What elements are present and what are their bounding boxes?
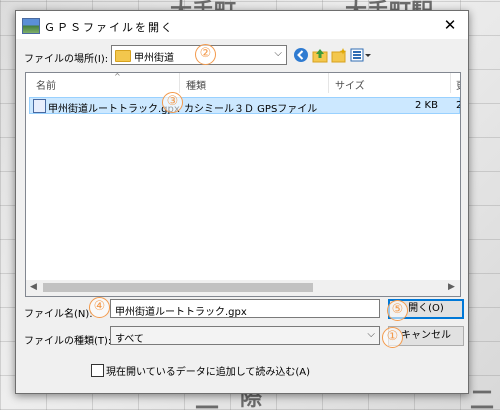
column-header-date[interactable]: 更新 <box>456 77 460 92</box>
file-name-label: ファイル名(N): <box>24 309 93 320</box>
sort-ascending-icon: ^ <box>114 72 121 81</box>
close-icon[interactable]: ✕ <box>440 15 460 35</box>
append-checkbox-label[interactable]: 現在開いているデータに追加して読み込む(A) <box>106 363 310 378</box>
scroll-thumb[interactable] <box>43 283 313 292</box>
file-name-input[interactable]: 甲州街道ルートトラック.gpx <box>110 299 380 318</box>
append-checkbox[interactable] <box>91 364 104 377</box>
up-folder-icon[interactable] <box>312 47 328 63</box>
app-icon <box>22 18 40 34</box>
file-type-cell: カシミール３Ｄ GPSファイル <box>184 104 318 115</box>
callout-3: ③ <box>162 92 183 113</box>
callout-2: ② <box>195 44 216 65</box>
column-divider <box>328 73 329 93</box>
horizontal-scrollbar[interactable]: ◀ ▶ <box>26 280 460 296</box>
back-icon[interactable] <box>293 47 309 63</box>
dialog-title: ＧＰＳファイルを開く <box>44 21 174 34</box>
file-row[interactable]: 甲州街道ルートトラック.gpx カシミール３Ｄ GPSファイル 2 KB 202 <box>29 97 460 115</box>
look-in-value: 甲州街道 <box>134 53 174 64</box>
view-menu-icon[interactable] <box>350 47 371 63</box>
chevron-down-icon: ⌵ <box>274 48 282 59</box>
folder-icon <box>115 50 131 62</box>
column-divider <box>450 73 451 93</box>
file-type-dropdown[interactable]: すべて ⌵ <box>110 326 380 345</box>
title-bar: ＧＰＳファイルを開く ✕ <box>16 11 468 39</box>
file-list[interactable]: 名前 ^ 種類 サイズ 更新 甲州街道ルートトラック.gpx カシミール３Ｄ G… <box>25 72 461 297</box>
file-type-value: すべて <box>115 334 144 345</box>
column-header-name[interactable]: 名前 <box>36 77 56 92</box>
look-in-label: ファイルの場所(I): <box>24 54 109 65</box>
file-type-label: ファイルの種類(T): <box>24 336 112 347</box>
file-date-cell: 202 <box>456 100 460 111</box>
column-header-type[interactable]: 種類 <box>186 77 206 92</box>
callout-4: ④ <box>89 297 110 318</box>
column-header-size[interactable]: サイズ <box>335 77 365 92</box>
column-divider <box>179 73 180 93</box>
callout-1: ① <box>382 327 403 348</box>
file-size-cell: 2 KB <box>415 100 438 111</box>
scroll-left-icon[interactable]: ◀ <box>30 282 37 292</box>
file-name-value: 甲州街道ルートトラック.gpx <box>115 307 247 318</box>
gpx-file-icon <box>33 99 46 113</box>
map-label: 二 <box>470 385 494 410</box>
callout-5: ⑤ <box>387 300 408 321</box>
chevron-down-icon: ⌵ <box>367 329 375 340</box>
scroll-right-icon[interactable]: ▶ <box>448 282 455 292</box>
new-folder-icon[interactable] <box>331 47 347 63</box>
file-name-cell: 甲州街道ルートトラック.gpx <box>48 104 180 115</box>
